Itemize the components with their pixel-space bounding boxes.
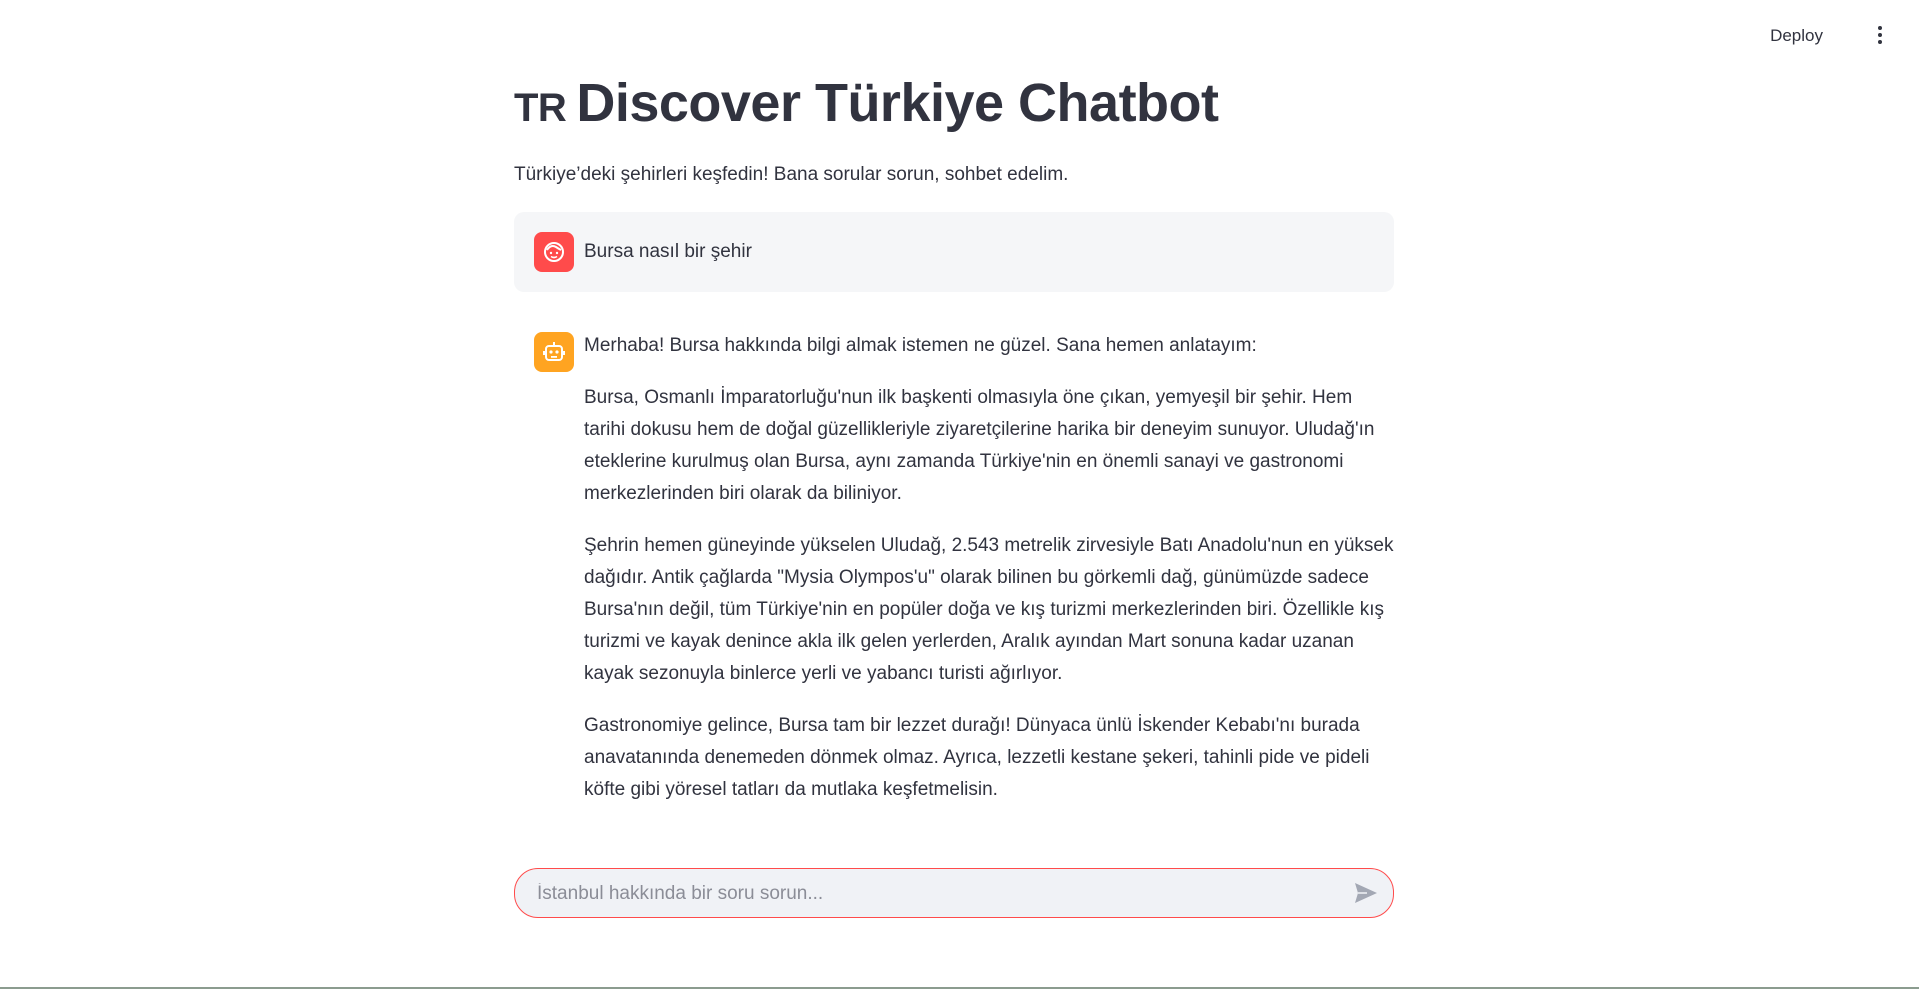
- user-message-text: Bursa nasıl bir şehir: [584, 241, 752, 262]
- assistant-paragraph: Şehrin hemen güneyinde yükselen Uludağ, …: [584, 535, 1394, 684]
- top-toolbar: Deploy: [0, 0, 1919, 72]
- assistant-message: Merhaba! Bursa hakkında bilgi almak iste…: [514, 330, 1394, 826]
- chat-input-container: [514, 868, 1394, 919]
- flag-text: TR: [514, 86, 567, 130]
- robot-icon: [534, 332, 574, 372]
- page-title: TR Discover Türkiye Chatbot: [514, 72, 1219, 134]
- deploy-button[interactable]: Deploy: [1770, 26, 1823, 46]
- assistant-paragraph: Gastronomiye gelince, Bursa tam bir lezz…: [584, 715, 1370, 800]
- send-icon[interactable]: [1353, 881, 1379, 905]
- kebab-menu-icon[interactable]: [1875, 26, 1885, 46]
- assistant-paragraph: Merhaba! Bursa hakkında bilgi almak iste…: [584, 335, 1257, 356]
- page-subtitle: Türkiye’deki şehirleri keşfedin! Bana so…: [514, 164, 1069, 185]
- chat-input[interactable]: [535, 869, 1339, 919]
- page-title-text: Discover Türkiye Chatbot: [576, 73, 1219, 133]
- user-face-icon: [534, 232, 574, 272]
- user-message: Bursa nasıl bir şehir: [514, 212, 1394, 292]
- assistant-message-body: Merhaba! Bursa hakkında bilgi almak iste…: [584, 330, 1394, 806]
- assistant-paragraph: Bursa, Osmanlı İmparatorluğu'nun ilk baş…: [584, 387, 1375, 504]
